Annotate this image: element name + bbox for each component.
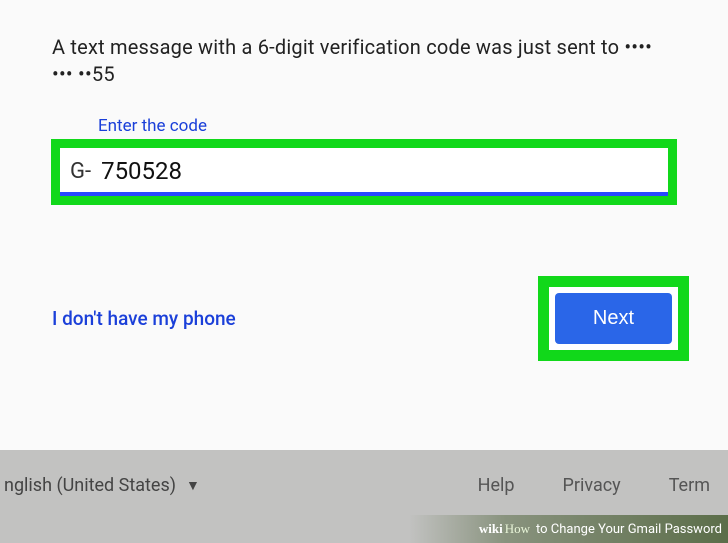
footer-link-terms[interactable]: Term	[669, 475, 710, 496]
screenshot-stage: A text message with a 6-digit verificati…	[0, 0, 728, 543]
language-label: nglish (United States)	[4, 475, 176, 496]
verification-card: A text message with a 6-digit verificati…	[0, 0, 728, 450]
footer-link-help[interactable]: Help	[478, 475, 515, 496]
watermark-brand-a: wiki	[479, 521, 503, 537]
code-field-label: Enter the code	[98, 116, 676, 136]
watermark-brand-b: How	[505, 521, 530, 537]
footer-link-privacy[interactable]: Privacy	[563, 475, 621, 496]
code-prefix: G-	[70, 159, 91, 184]
no-phone-link[interactable]: I don't have my phone	[52, 307, 236, 330]
code-input[interactable]	[101, 154, 658, 188]
footer-bar: nglish (United States) ▼ Help Privacy Te…	[0, 455, 728, 515]
code-field-group: Enter the code G-	[52, 116, 676, 204]
watermark-title: to Change Your Gmail Password	[536, 522, 722, 537]
next-button-frame: Next	[549, 287, 678, 350]
next-button[interactable]: Next	[555, 293, 672, 344]
code-input-highlight: G-	[52, 140, 676, 204]
action-row: I don't have my phone Next	[52, 277, 688, 360]
language-selector[interactable]: nglish (United States) ▼	[0, 475, 200, 496]
next-button-highlight: Next	[539, 277, 688, 360]
code-input-box[interactable]: G-	[60, 148, 668, 196]
footer-links: Help Privacy Term	[478, 475, 716, 496]
chevron-down-icon: ▼	[186, 477, 200, 494]
wikihow-watermark: wikiHow to Change Your Gmail Password	[409, 515, 728, 543]
instruction-text: A text message with a 6-digit verificati…	[52, 34, 676, 88]
